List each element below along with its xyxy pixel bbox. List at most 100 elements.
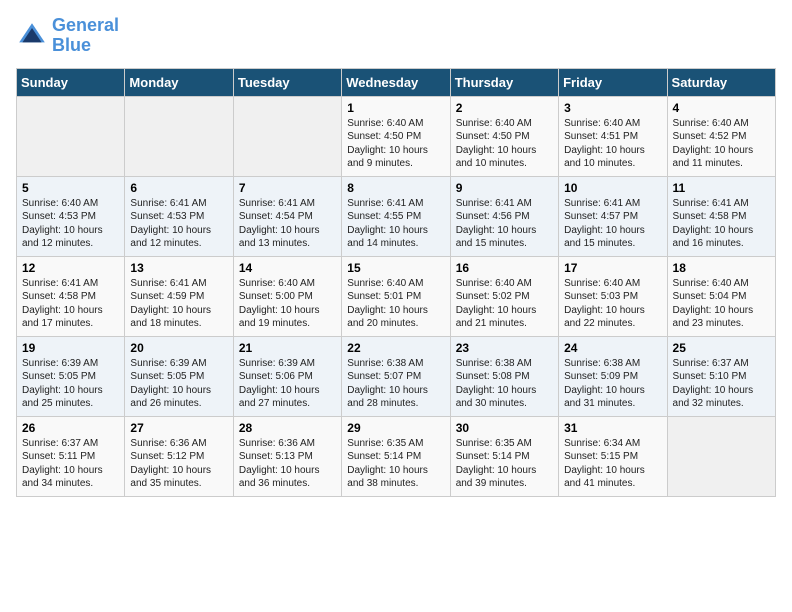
calendar-cell: 10 Sunrise: 6:41 AM Sunset: 4:57 PM Dayli… [559, 176, 667, 256]
day-number: 5 [22, 181, 119, 195]
day-info: Sunrise: 6:40 AM Sunset: 4:51 PM Dayligh… [564, 117, 661, 171]
day-info: Sunrise: 6:40 AM Sunset: 5:02 PM Dayligh… [456, 277, 553, 331]
day-number: 25 [673, 341, 770, 355]
calendar-table: SundayMondayTuesdayWednesdayThursdayFrid… [16, 68, 776, 497]
calendar-week-1: 1 Sunrise: 6:40 AM Sunset: 4:50 PM Daylig… [17, 96, 776, 176]
page-header: General Blue [16, 16, 776, 56]
weekday-header-thursday: Thursday [450, 68, 558, 96]
calendar-cell: 3 Sunrise: 6:40 AM Sunset: 4:51 PM Daylig… [559, 96, 667, 176]
day-info: Sunrise: 6:38 AM Sunset: 5:09 PM Dayligh… [564, 357, 661, 411]
day-info: Sunrise: 6:40 AM Sunset: 5:03 PM Dayligh… [564, 277, 661, 331]
calendar-cell: 29Sunrise: 6:35 AM Sunset: 5:14 PM Dayli… [342, 416, 450, 496]
day-number: 1 [347, 101, 444, 115]
day-number: 26 [22, 421, 119, 435]
calendar-cell: 4 Sunrise: 6:40 AM Sunset: 4:52 PM Daylig… [667, 96, 775, 176]
calendar-cell: 18 Sunrise: 6:40 AM Sunset: 5:04 PM Dayli… [667, 256, 775, 336]
day-info: Sunrise: 6:39 AM Sunset: 5:06 PM Dayligh… [239, 357, 336, 411]
day-info: Sunrise: 6:41 AM Sunset: 4:53 PM Dayligh… [130, 197, 227, 251]
calendar-cell: 20 Sunrise: 6:39 AM Sunset: 5:05 PM Dayli… [125, 336, 233, 416]
day-number: 4 [673, 101, 770, 115]
calendar-cell: 5 Sunrise: 6:40 AM Sunset: 4:53 PM Daylig… [17, 176, 125, 256]
weekday-header-friday: Friday [559, 68, 667, 96]
day-info: Sunrise: 6:41 AM Sunset: 4:59 PM Dayligh… [130, 277, 227, 331]
day-number: 19 [22, 341, 119, 355]
day-info: Sunrise: 6:40 AM Sunset: 5:04 PM Dayligh… [673, 277, 770, 331]
day-info: Sunrise: 6:40 AM Sunset: 4:50 PM Dayligh… [347, 117, 444, 171]
day-info: Sunrise: 6:41 AM Sunset: 4:55 PM Dayligh… [347, 197, 444, 251]
calendar-body: 1 Sunrise: 6:40 AM Sunset: 4:50 PM Daylig… [17, 96, 776, 496]
calendar-cell: 11 Sunrise: 6:41 AM Sunset: 4:58 PM Dayli… [667, 176, 775, 256]
calendar-cell: 30 Sunrise: 6:35 AM Sunset: 5:14 PM Dayli… [450, 416, 558, 496]
calendar-cell: 15 Sunrise: 6:40 AM Sunset: 5:01 PM Dayli… [342, 256, 450, 336]
day-info: Sunrise: 6:40 AM Sunset: 5:01 PM Dayligh… [347, 277, 444, 331]
day-number: 16 [456, 261, 553, 275]
day-number: 27 [130, 421, 227, 435]
calendar-cell: 16 Sunrise: 6:40 AM Sunset: 5:02 PM Dayli… [450, 256, 558, 336]
calendar-cell: 1 Sunrise: 6:40 AM Sunset: 4:50 PM Daylig… [342, 96, 450, 176]
calendar-cell: 25 Sunrise: 6:37 AM Sunset: 5:10 PM Dayli… [667, 336, 775, 416]
day-info: Sunrise: 6:40 AM Sunset: 5:00 PM Dayligh… [239, 277, 336, 331]
calendar-header-row: SundayMondayTuesdayWednesdayThursdayFrid… [17, 68, 776, 96]
day-info: Sunrise: 6:41 AM Sunset: 4:58 PM Dayligh… [673, 197, 770, 251]
day-info: Sunrise: 6:41 AM Sunset: 4:57 PM Dayligh… [564, 197, 661, 251]
calendar-cell: 27 Sunrise: 6:36 AM Sunset: 5:12 PM Dayli… [125, 416, 233, 496]
calendar-cell [233, 96, 341, 176]
day-info: Sunrise: 6:40 AM Sunset: 4:52 PM Dayligh… [673, 117, 770, 171]
day-number: 22 [347, 341, 444, 355]
calendar-cell: 2 Sunrise: 6:40 AM Sunset: 4:50 PM Daylig… [450, 96, 558, 176]
calendar-cell: 22 Sunrise: 6:38 AM Sunset: 5:07 PM Dayli… [342, 336, 450, 416]
day-info: Sunrise: 6:36 AM Sunset: 5:12 PM Dayligh… [130, 437, 227, 491]
day-info: Sunrise: 6:40 AM Sunset: 4:53 PM Dayligh… [22, 197, 119, 251]
logo: General Blue [16, 16, 119, 56]
day-info: Sunrise: 6:34 AM Sunset: 5:15 PM Dayligh… [564, 437, 661, 491]
day-number: 18 [673, 261, 770, 275]
day-info: Sunrise: 6:37 AM Sunset: 5:10 PM Dayligh… [673, 357, 770, 411]
calendar-cell: 21 Sunrise: 6:39 AM Sunset: 5:06 PM Dayli… [233, 336, 341, 416]
day-info: Sunrise: 6:35 AM Sunset: 5:14 PM Dayligh… [347, 437, 444, 491]
weekday-header-sunday: Sunday [17, 68, 125, 96]
day-number: 17 [564, 261, 661, 275]
day-info: Sunrise: 6:37 AM Sunset: 5:11 PM Dayligh… [22, 437, 119, 491]
day-number: 11 [673, 181, 770, 195]
day-info: Sunrise: 6:41 AM Sunset: 4:54 PM Dayligh… [239, 197, 336, 251]
day-number: 9 [456, 181, 553, 195]
day-number: 7 [239, 181, 336, 195]
calendar-cell: 14 Sunrise: 6:40 AM Sunset: 5:00 PM Dayli… [233, 256, 341, 336]
day-info: Sunrise: 6:41 AM Sunset: 4:56 PM Dayligh… [456, 197, 553, 251]
weekday-header-saturday: Saturday [667, 68, 775, 96]
logo-icon [16, 20, 48, 52]
calendar-cell: 19 Sunrise: 6:39 AM Sunset: 5:05 PM Dayli… [17, 336, 125, 416]
calendar-cell: 13 Sunrise: 6:41 AM Sunset: 4:59 PM Dayli… [125, 256, 233, 336]
day-number: 3 [564, 101, 661, 115]
calendar-week-5: 26 Sunrise: 6:37 AM Sunset: 5:11 PM Dayli… [17, 416, 776, 496]
calendar-cell: 24 Sunrise: 6:38 AM Sunset: 5:09 PM Dayli… [559, 336, 667, 416]
day-number: 31 [564, 421, 661, 435]
day-number: 10 [564, 181, 661, 195]
day-info: Sunrise: 6:35 AM Sunset: 5:14 PM Dayligh… [456, 437, 553, 491]
calendar-cell: 23Sunrise: 6:38 AM Sunset: 5:08 PM Dayli… [450, 336, 558, 416]
calendar-cell: 8Sunrise: 6:41 AM Sunset: 4:55 PM Daylig… [342, 176, 450, 256]
day-info: Sunrise: 6:38 AM Sunset: 5:07 PM Dayligh… [347, 357, 444, 411]
weekday-header-wednesday: Wednesday [342, 68, 450, 96]
day-info: Sunrise: 6:39 AM Sunset: 5:05 PM Dayligh… [130, 357, 227, 411]
day-number: 21 [239, 341, 336, 355]
calendar-week-3: 12Sunrise: 6:41 AM Sunset: 4:58 PM Dayli… [17, 256, 776, 336]
day-number: 13 [130, 261, 227, 275]
weekday-header-tuesday: Tuesday [233, 68, 341, 96]
calendar-cell: 12Sunrise: 6:41 AM Sunset: 4:58 PM Dayli… [17, 256, 125, 336]
day-number: 14 [239, 261, 336, 275]
calendar-cell [667, 416, 775, 496]
day-info: Sunrise: 6:39 AM Sunset: 5:05 PM Dayligh… [22, 357, 119, 411]
day-number: 30 [456, 421, 553, 435]
day-info: Sunrise: 6:40 AM Sunset: 4:50 PM Dayligh… [456, 117, 553, 171]
calendar-week-4: 19 Sunrise: 6:39 AM Sunset: 5:05 PM Dayli… [17, 336, 776, 416]
day-number: 28 [239, 421, 336, 435]
calendar-week-2: 5 Sunrise: 6:40 AM Sunset: 4:53 PM Daylig… [17, 176, 776, 256]
day-info: Sunrise: 6:38 AM Sunset: 5:08 PM Dayligh… [456, 357, 553, 411]
day-number: 24 [564, 341, 661, 355]
calendar-cell: 26 Sunrise: 6:37 AM Sunset: 5:11 PM Dayli… [17, 416, 125, 496]
day-number: 15 [347, 261, 444, 275]
day-number: 2 [456, 101, 553, 115]
calendar-cell: 17 Sunrise: 6:40 AM Sunset: 5:03 PM Dayli… [559, 256, 667, 336]
day-number: 20 [130, 341, 227, 355]
